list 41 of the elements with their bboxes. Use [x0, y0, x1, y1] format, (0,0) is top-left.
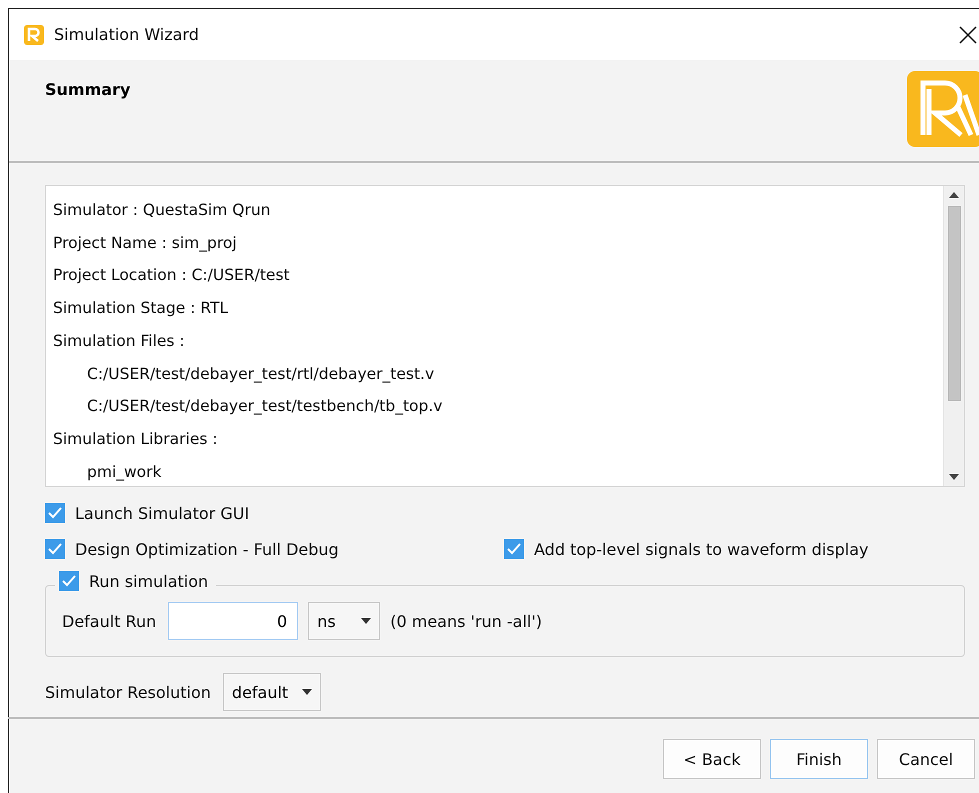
checkbox[interactable]: Launch Simulator GUI [45, 503, 250, 523]
summary-line: Project Location : C:/USER/test [53, 265, 291, 286]
summary-line: Simulation Files : [53, 330, 186, 352]
scrollbar[interactable] [943, 186, 964, 486]
checkbox-label: Launch Simulator GUI [75, 504, 250, 522]
checkmark-icon [48, 543, 62, 555]
unit-dropdown[interactable]: ns [308, 602, 380, 640]
checkbox-box[interactable] [504, 539, 524, 559]
hint-text: (0 means 'run -all') [390, 612, 542, 630]
scroll-up-icon[interactable] [949, 192, 959, 198]
caret-icon [302, 689, 312, 695]
summary-line: Simulation Libraries : [53, 428, 219, 450]
default-run-input[interactable]: 0 [168, 602, 298, 640]
checkbox-label: Run simulation [89, 572, 208, 590]
summary-line: Project Name : sim_proj [53, 232, 238, 254]
checkbox-box[interactable] [45, 539, 65, 559]
dialog-button[interactable]: Finish [770, 739, 868, 779]
default-run-label: Default Run [62, 612, 156, 630]
checkbox-box[interactable] [45, 503, 65, 523]
resolution-label: Simulator Resolution [45, 682, 211, 702]
page-title: Summary [45, 80, 130, 101]
checkbox-label: Design Optimization - Full Debug [75, 540, 339, 558]
scrollbar-thumb[interactable] [948, 206, 960, 401]
resolution-dropdown[interactable]: default [222, 673, 322, 711]
checkbox[interactable]: Design Optimization - Full Debug [45, 539, 504, 559]
checkmark-icon [48, 507, 62, 519]
app-logo-icon [24, 24, 44, 44]
summary-line: Simulation Stage : RTL [53, 298, 230, 320]
checkbox-box[interactable] [59, 571, 79, 591]
caret-icon [361, 618, 372, 624]
dialog-button[interactable]: < Back [663, 739, 761, 779]
summary-line: C:/USER/test/debayer_test/rtl/debayer_test.v [86, 364, 436, 385]
summary-line: C:/USER/test/debayer_test/testbench/tb_top.v [86, 396, 444, 418]
dialog-button[interactable]: Cancel [877, 739, 975, 779]
summary-line: Simulator : QuestaSim Qrun [53, 200, 272, 221]
window-title: Simulation Wizard [54, 25, 200, 44]
checkmark-icon [507, 543, 521, 555]
scroll-down-icon[interactable] [949, 474, 959, 480]
checkmark-icon [62, 575, 76, 587]
summary-line: pmi_work [86, 462, 163, 483]
close-icon[interactable] [959, 26, 977, 44]
